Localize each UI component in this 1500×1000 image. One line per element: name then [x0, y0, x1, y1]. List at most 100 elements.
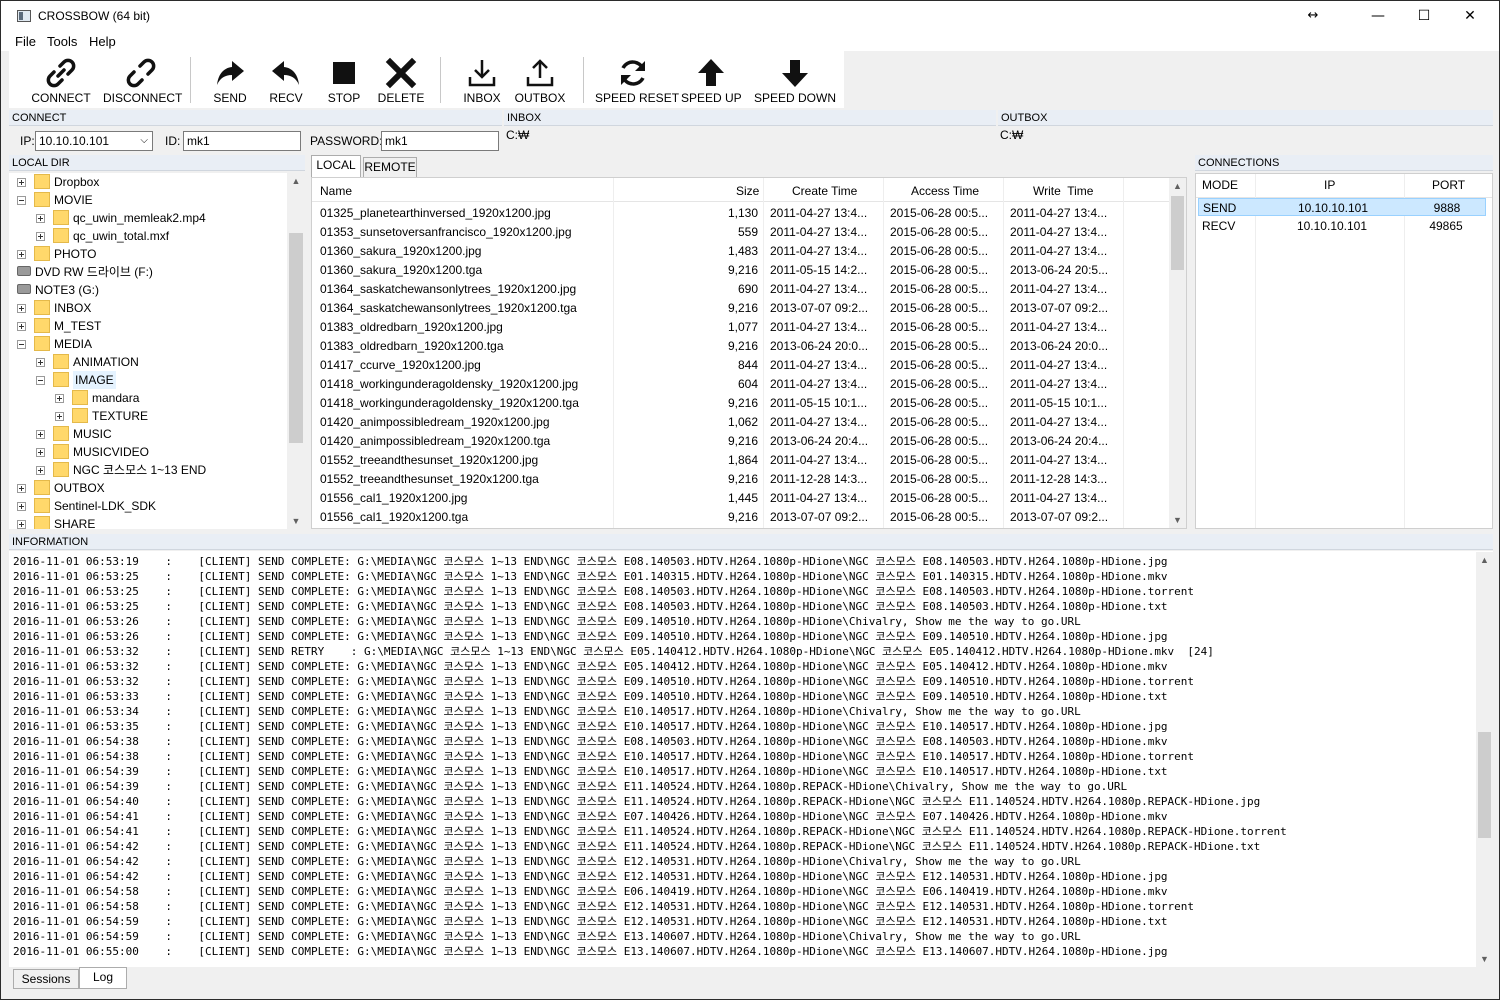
scroll-down-icon[interactable]: ▼ [287, 513, 305, 529]
scroll-down-icon[interactable]: ▼ [1169, 512, 1186, 528]
file-row[interactable]: 01353_sunsetoversanfrancisco_1920x1200.j… [312, 223, 1172, 242]
file-list-scrollbar[interactable]: ▲ ▼ [1169, 178, 1186, 528]
collapse-icon[interactable] [17, 196, 26, 205]
tree-node[interactable]: qc_uwin_total.mxf [9, 227, 287, 245]
menu-tools[interactable]: Tools [47, 34, 77, 49]
resize-arrows-icon[interactable]: ↔ [1290, 1, 1336, 31]
tree-node[interactable]: OUTBOX [9, 479, 287, 497]
speed-reset-button[interactable]: SPEED RESET [595, 51, 679, 108]
outbox-button[interactable]: OUTBOX [512, 51, 568, 108]
expand-icon[interactable] [36, 214, 45, 223]
file-row[interactable]: 01556_cal1_1920x1200.jpg 1,445 2011-04-27 … [312, 489, 1172, 508]
file-row[interactable]: 01360_sakura_1920x1200.jpg 1,483 2011-04-2… [312, 242, 1172, 261]
col-size[interactable]: Size [736, 184, 759, 198]
col-ip[interactable]: IP [1324, 178, 1335, 192]
tree-node[interactable]: mandara [9, 389, 287, 407]
menu-file[interactable]: File [15, 34, 36, 49]
file-row[interactable]: 01364_saskatchewansonlytrees_1920x1200.t… [312, 299, 1172, 318]
maximize-button[interactable]: ☐ [1401, 1, 1447, 31]
col-mode[interactable]: MODE [1202, 178, 1238, 192]
col-create-time[interactable]: Create Time [792, 184, 857, 198]
scroll-down-icon[interactable]: ▼ [1476, 951, 1493, 967]
tree-node[interactable]: MOVIE [9, 191, 287, 209]
outbox-path[interactable]: C:₩ [1000, 128, 1023, 142]
file-row[interactable]: 01325_planetearthinversed_1920x1200.jpg 1… [312, 204, 1172, 223]
delete-button[interactable]: DELETE [373, 51, 429, 108]
tree-node[interactable]: MUSIC [9, 425, 287, 443]
connection-row[interactable]: SEND 10.10.10.101 9888 [1198, 198, 1486, 216]
expand-icon[interactable] [36, 466, 45, 475]
tree-node[interactable]: PHOTO [9, 245, 287, 263]
scroll-up-icon[interactable]: ▲ [1476, 552, 1493, 568]
minimize-button[interactable]: — [1355, 1, 1401, 31]
tree-node[interactable]: qc_uwin_memleak2.mp4 [9, 209, 287, 227]
scroll-thumb[interactable] [1171, 196, 1184, 270]
scroll-thumb[interactable] [1478, 732, 1491, 838]
file-row[interactable]: 01364_saskatchewansonlytrees_1920x1200.j… [312, 280, 1172, 299]
tab-local[interactable]: LOCAL [311, 155, 361, 177]
tree-scrollbar[interactable]: ▲ ▼ [287, 173, 305, 529]
password-field[interactable]: mk1 [381, 131, 499, 151]
tree-node[interactable]: M_TEST [9, 317, 287, 335]
tree-node[interactable]: MUSICVIDEO [9, 443, 287, 461]
file-row[interactable]: 01420_animpossibledream_1920x1200.tga 9,2… [312, 432, 1172, 451]
inbox-path[interactable]: C:₩ [506, 128, 529, 142]
expand-icon[interactable] [17, 520, 26, 529]
stop-button[interactable]: STOP [319, 51, 369, 108]
file-list[interactable]: Name Size Create Time Access Time Write … [311, 177, 1187, 529]
tree-node[interactable]: Dropbox [9, 173, 287, 191]
file-row[interactable]: 01418_workingunderagoldensky_1920x1200.j… [312, 375, 1172, 394]
send-button[interactable]: SEND [205, 51, 255, 108]
tree-node[interactable]: TEXTURE [9, 407, 287, 425]
file-row[interactable]: 01552_treeandthesunset_1920x1200.tga 9,21… [312, 470, 1172, 489]
expand-icon[interactable] [17, 322, 26, 331]
collapse-icon[interactable] [17, 340, 26, 349]
expand-icon[interactable] [17, 250, 26, 259]
collapse-icon[interactable] [36, 376, 45, 385]
tab-remote[interactable]: REMOTE [363, 157, 417, 177]
scroll-thumb[interactable] [289, 233, 303, 443]
id-field[interactable]: mk1 [183, 131, 301, 151]
col-access-time[interactable]: Access Time [911, 184, 979, 198]
file-row[interactable]: 01383_oldredbarn_1920x1200.jpg 1,077 2011-… [312, 318, 1172, 337]
close-button[interactable]: ✕ [1447, 1, 1493, 31]
file-row[interactable]: 01556_cal1_1920x1200.tga 9,216 2013-07-07 … [312, 508, 1172, 527]
speed-down-button[interactable]: SPEED DOWN [753, 51, 837, 108]
tab-log[interactable]: Log [79, 967, 127, 989]
scroll-up-icon[interactable]: ▲ [1169, 178, 1186, 194]
expand-icon[interactable] [55, 412, 64, 421]
col-write-time[interactable]: Write Time [1033, 184, 1093, 198]
ip-select[interactable]: 10.10.10.101 ⌵ [35, 131, 153, 151]
menu-help[interactable]: Help [89, 34, 116, 49]
recv-button[interactable]: RECV [261, 51, 311, 108]
expand-icon[interactable] [17, 502, 26, 511]
col-port[interactable]: PORT [1432, 178, 1465, 192]
expand-icon[interactable] [55, 394, 64, 403]
connect-button[interactable]: CONNECT [29, 51, 93, 108]
expand-icon[interactable] [36, 448, 45, 457]
tree-node[interactable]: SHARE [9, 515, 287, 529]
local-dir-tree[interactable]: Dropbox MOVIE qc_uwin_memleak2.mp4 qc_uwin_… [9, 173, 305, 529]
expand-icon[interactable] [17, 178, 26, 187]
connection-row[interactable]: RECV 10.10.10.101 49865 [1198, 217, 1486, 235]
tree-node[interactable]: IMAGE [9, 371, 287, 389]
expand-icon[interactable] [36, 430, 45, 439]
scroll-up-icon[interactable]: ▲ [287, 173, 305, 189]
tree-node[interactable]: Sentinel-LDK_SDK [9, 497, 287, 515]
tree-node[interactable]: DVD RW 드라이브 (F:) [9, 263, 287, 281]
file-row[interactable]: 01420_animpossibledream_1920x1200.jpg 1,0… [312, 413, 1172, 432]
tree-node[interactable]: MEDIA [9, 335, 287, 353]
disconnect-button[interactable]: DISCONNECT [103, 51, 182, 108]
expand-icon[interactable] [17, 304, 26, 313]
inbox-button[interactable]: INBOX [457, 51, 507, 108]
expand-icon[interactable] [36, 358, 45, 367]
file-row[interactable]: 01360_sakura_1920x1200.tga 9,216 2011-05-1… [312, 261, 1172, 280]
expand-icon[interactable] [17, 484, 26, 493]
expand-icon[interactable] [36, 232, 45, 241]
tree-node[interactable]: ANIMATION [9, 353, 287, 371]
information-log[interactable]: 2016-11-01 06:53:19 : [CLIENT] SEND COMP… [9, 551, 1493, 967]
file-row[interactable]: 01552_treeandthesunset_1920x1200.jpg 1,86… [312, 451, 1172, 470]
tree-node[interactable]: NGC 코스모스 1~13 END [9, 461, 287, 479]
log-scrollbar[interactable]: ▲ ▼ [1476, 552, 1493, 967]
file-row[interactable]: 01417_ccurve_1920x1200.jpg 844 2011-04-27 … [312, 356, 1172, 375]
